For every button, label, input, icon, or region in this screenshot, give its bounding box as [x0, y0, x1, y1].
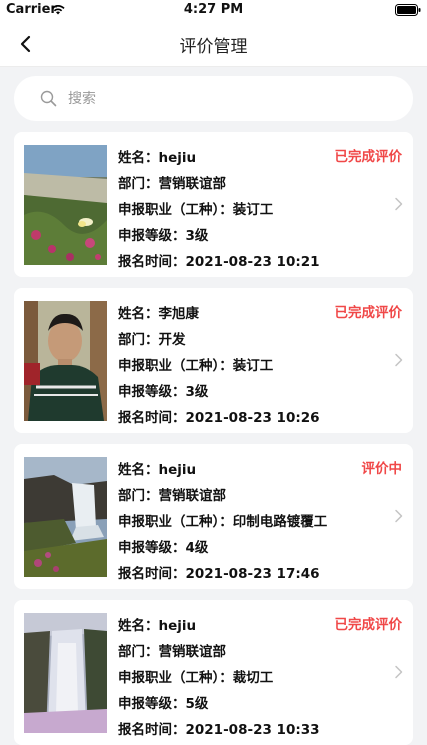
occupation-row: 申报职业（工种）：装订工: [118, 358, 274, 374]
name-row: 姓名：hejiu: [118, 618, 197, 634]
record-card[interactable]: 姓名：hejiu 部门：营销联谊部 申报职业（工种）：装订工 申报等级：3级 报…: [14, 132, 413, 277]
status-bar: Carrier 4:27 PM: [0, 0, 427, 22]
record-card[interactable]: 姓名：李旭康 部门：开发 申报职业（工种）：装订工 申报等级：3级 报名时间：2…: [14, 288, 413, 433]
chevron-right-icon: [395, 665, 403, 679]
status-badge: 已完成评价: [334, 305, 403, 321]
name-row: 姓名：hejiu: [118, 150, 197, 166]
status-badge: 评价中: [361, 461, 403, 477]
level-row: 申报等级：3级: [118, 228, 209, 244]
signup-time-row: 报名时间：2021-08-23 10:21: [118, 254, 320, 270]
record-card[interactable]: 姓名：hejiu 部门：营销联谊部 申报职业（工种）：印制电路镀覆工 申报等级：…: [14, 444, 413, 589]
department-row: 部门：营销联谊部: [118, 488, 226, 504]
battery-icon: [395, 4, 421, 16]
department-row: 部门：营销联谊部: [118, 644, 226, 660]
record-photo: [24, 457, 107, 577]
signup-time-row: 报名时间：2021-08-23 10:33: [118, 722, 320, 738]
occupation-row: 申报职业（工种）：印制电路镀覆工: [118, 514, 328, 530]
occupation-row: 申报职业（工种）：裁切工: [118, 670, 274, 686]
level-row: 申报等级：4级: [118, 540, 209, 556]
record-photo: [24, 145, 107, 265]
clock: 4:27 PM: [183, 2, 244, 17]
nav-bar: 评价管理: [0, 22, 427, 67]
chevron-right-icon: [395, 197, 403, 211]
record-card[interactable]: 姓名：hejiu 部门：营销联谊部 申报职业（工种）：裁切工 申报等级：5级 报…: [14, 600, 413, 745]
search-input[interactable]: [68, 87, 398, 111]
level-row: 申报等级：3级: [118, 384, 209, 400]
search-bar[interactable]: [14, 76, 413, 121]
status-badge: 已完成评价: [334, 149, 403, 165]
occupation-row: 申报职业（工种）：装订工: [118, 202, 274, 218]
department-row: 部门：开发: [118, 332, 186, 348]
name-row: 姓名：hejiu: [118, 462, 197, 478]
search-icon: [40, 90, 57, 107]
record-photo: [24, 301, 107, 421]
signup-time-row: 报名时间：2021-08-23 10:26: [118, 410, 320, 426]
page-title: 评价管理: [179, 37, 248, 57]
name-row: 姓名：李旭康: [118, 306, 199, 322]
signup-time-row: 报名时间：2021-08-23 17:46: [118, 566, 320, 582]
department-row: 部门：营销联谊部: [118, 176, 226, 192]
chevron-right-icon: [395, 353, 403, 367]
record-photo: [24, 613, 107, 733]
status-badge: 已完成评价: [334, 617, 403, 633]
level-row: 申报等级：5级: [118, 696, 209, 712]
chevron-right-icon: [395, 509, 403, 523]
